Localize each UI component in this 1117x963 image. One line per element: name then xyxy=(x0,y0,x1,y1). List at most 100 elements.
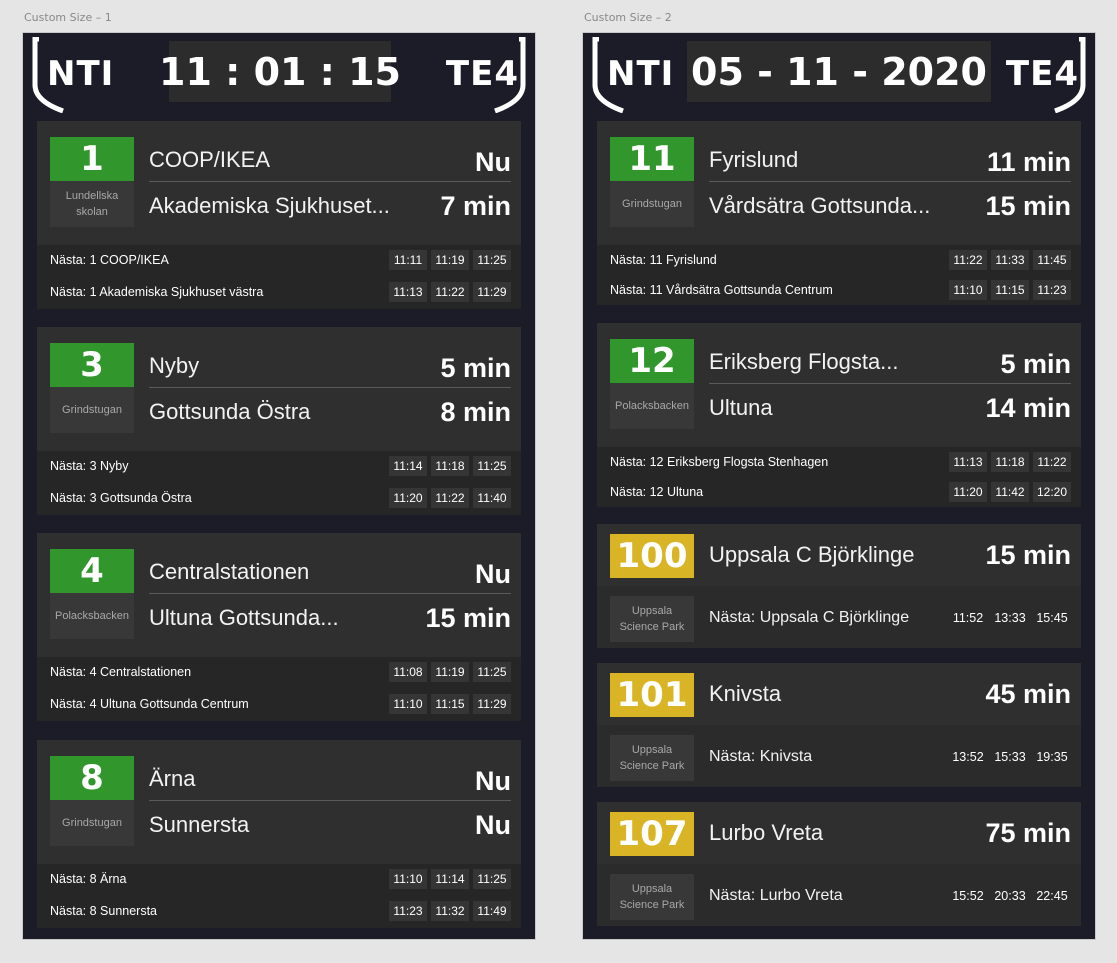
nti-logo: NTI xyxy=(29,37,115,113)
departure-time: 11:33 xyxy=(991,250,1029,270)
date-display: 05 - 11 - 2020 xyxy=(687,41,991,102)
stop-name: Grindstugan xyxy=(610,181,694,227)
destination: Knivsta xyxy=(709,681,782,706)
next-departures-row: Nästa: 4 Ultuna Gottsunda Centrum 11:10 … xyxy=(37,689,521,721)
destination: Gottsunda Östra xyxy=(149,399,311,424)
frame-label-2: Custom Size – 2 xyxy=(584,11,672,24)
departure-time: 11:14 xyxy=(431,869,469,889)
divider xyxy=(149,387,511,388)
divider xyxy=(709,181,1071,182)
departure-time: 11:15 xyxy=(991,280,1029,300)
next-departures-row: Nästa: 3 Gottsunda Östra 11:20 11:22 11:… xyxy=(37,483,521,515)
next-departures-row: Nästa: 1 Akademiska Sjukhuset västra 11:… xyxy=(37,277,521,309)
next-departures-row: Nästa: 11 Fyrislund 11:22 11:33 11:45 xyxy=(597,245,1081,277)
destination: Uppsala C Björklinge xyxy=(709,542,915,567)
bus-departure-card: 100 Uppsala C Björklinge 15 min Uppsala … xyxy=(597,524,1081,648)
divider xyxy=(149,593,511,594)
stop-name: Uppsala Science Park xyxy=(610,735,694,781)
eta: 7 min xyxy=(440,191,511,221)
departure-time: 11:22 xyxy=(431,488,469,508)
eta: 8 min xyxy=(440,397,511,427)
departure-time: 11:29 xyxy=(473,694,511,714)
te4-logo: TE4 xyxy=(443,37,529,113)
next-label: Nästa: Uppsala C Björklinge xyxy=(709,609,910,626)
departure-time: 11:15 xyxy=(431,694,469,714)
line-badge: 11 xyxy=(610,137,694,181)
eta: 75 min xyxy=(985,818,1071,848)
next-label: Nästa: 8 Sunnersta xyxy=(50,904,158,918)
next-departures-row: Nästa: 3 Nyby 11:14 11:18 11:25 xyxy=(37,451,521,483)
departure-time: 11:13 xyxy=(389,282,427,302)
eta: Nu xyxy=(475,147,511,177)
next-label: Nästa: 12 Eriksberg Flogsta Stenhagen xyxy=(610,455,829,469)
board-header: NTI 05 - 11 - 2020 TE4 xyxy=(583,33,1095,113)
eta: 15 min xyxy=(425,603,511,633)
departure-time: 22:45 xyxy=(1036,889,1068,903)
departure-card: 4 Polacksbacken Centralstationen Nu Ultu… xyxy=(37,533,521,721)
destination: Lurbo Vreta xyxy=(709,820,824,845)
board-header: NTI 11 : 01 : 15 TE4 xyxy=(23,33,535,113)
destination: Eriksberg Flogsta... xyxy=(709,349,899,374)
divider xyxy=(149,181,511,182)
next-label: Nästa: 12 Ultuna xyxy=(610,485,704,499)
eta: Nu xyxy=(475,766,511,796)
next-departures-row: Nästa: 8 Sunnersta 11:23 11:32 11:49 xyxy=(37,896,521,928)
next-label: Nästa: 1 COOP/IKEA xyxy=(50,253,169,267)
line-badge: 100 xyxy=(610,534,694,578)
next-label: Nästa: 4 Ultuna Gottsunda Centrum xyxy=(50,697,249,711)
departure-time: 11:25 xyxy=(473,662,511,682)
departure-time: 11:25 xyxy=(473,250,511,270)
departure-time: 11:08 xyxy=(389,662,427,682)
departure-time: 11:14 xyxy=(389,456,427,476)
next-departures-row: Nästa: 12 Eriksberg Flogsta Stenhagen 11… xyxy=(597,447,1081,479)
eta: Nu xyxy=(475,810,511,840)
eta: 14 min xyxy=(985,393,1071,423)
stop-name: Grindstugan xyxy=(50,387,134,433)
departure-time: 20:33 xyxy=(994,889,1026,903)
next-label: Nästa: 3 Gottsunda Östra xyxy=(50,491,192,505)
departure-time: 13:52 xyxy=(952,750,984,764)
next-label: Nästa: 3 Nyby xyxy=(50,459,129,473)
departure-time: 11:42 xyxy=(991,482,1029,502)
departure-time: 11:10 xyxy=(389,869,427,889)
departure-time: 11:52 xyxy=(952,611,984,625)
stop-name: Lundellska skolan xyxy=(50,181,134,227)
next-departures-row: Nästa: 12 Ultuna 11:20 11:42 12:20 xyxy=(597,477,1081,509)
departure-time: 11:11 xyxy=(389,250,427,270)
destination: COOP/IKEA xyxy=(149,147,271,172)
eta: 15 min xyxy=(985,540,1071,570)
te4-logo: TE4 xyxy=(1003,37,1089,113)
nti-logo-text: NTI xyxy=(47,54,115,94)
artboard-1: NTI 11 : 01 : 15 TE4 1 Lundellska skolan… xyxy=(22,32,536,940)
departure-time: 11:22 xyxy=(1033,452,1071,472)
next-label: Nästa: Knivsta xyxy=(709,748,813,765)
destination: Fyrislund xyxy=(709,147,799,172)
departure-time: 11:22 xyxy=(431,282,469,302)
te4-logo-text: TE4 xyxy=(445,54,519,94)
next-label: Nästa: 1 Akademiska Sjukhuset västra xyxy=(50,285,264,299)
next-label: Nästa: 4 Centralstationen xyxy=(50,665,192,679)
departure-time: 11:22 xyxy=(949,250,987,270)
eta: 11 min xyxy=(986,147,1071,177)
destination: Ultuna xyxy=(709,395,773,420)
departure-time: 11:29 xyxy=(473,282,511,302)
departure-card: 11 Grindstugan Fyrislund 11 min Vårdsätr… xyxy=(597,121,1081,305)
destination: Sunnersta xyxy=(149,812,250,837)
line-badge: 107 xyxy=(610,812,694,856)
stop-name: Polacksbacken xyxy=(50,593,134,639)
departure-time: 13:33 xyxy=(994,611,1026,625)
departure-time: 11:25 xyxy=(473,456,511,476)
te4-logo-text: TE4 xyxy=(1005,54,1079,94)
stop-name: Grindstugan xyxy=(50,800,134,846)
line-badge: 12 xyxy=(610,339,694,383)
eta: 15 min xyxy=(985,191,1071,221)
departure-time: 11:18 xyxy=(431,456,469,476)
departure-time: 11:19 xyxy=(431,662,469,682)
departure-time: 11:18 xyxy=(991,452,1029,472)
stop-name: Polacksbacken xyxy=(610,383,694,429)
line-badge: 4 xyxy=(50,549,134,593)
next-departures-row: Nästa: 4 Centralstationen 11:08 11:19 11… xyxy=(37,657,521,689)
eta: 5 min xyxy=(440,353,511,383)
departure-card: 3 Grindstugan Nyby 5 min Gottsunda Östra… xyxy=(37,327,521,515)
eta: Nu xyxy=(475,559,511,589)
